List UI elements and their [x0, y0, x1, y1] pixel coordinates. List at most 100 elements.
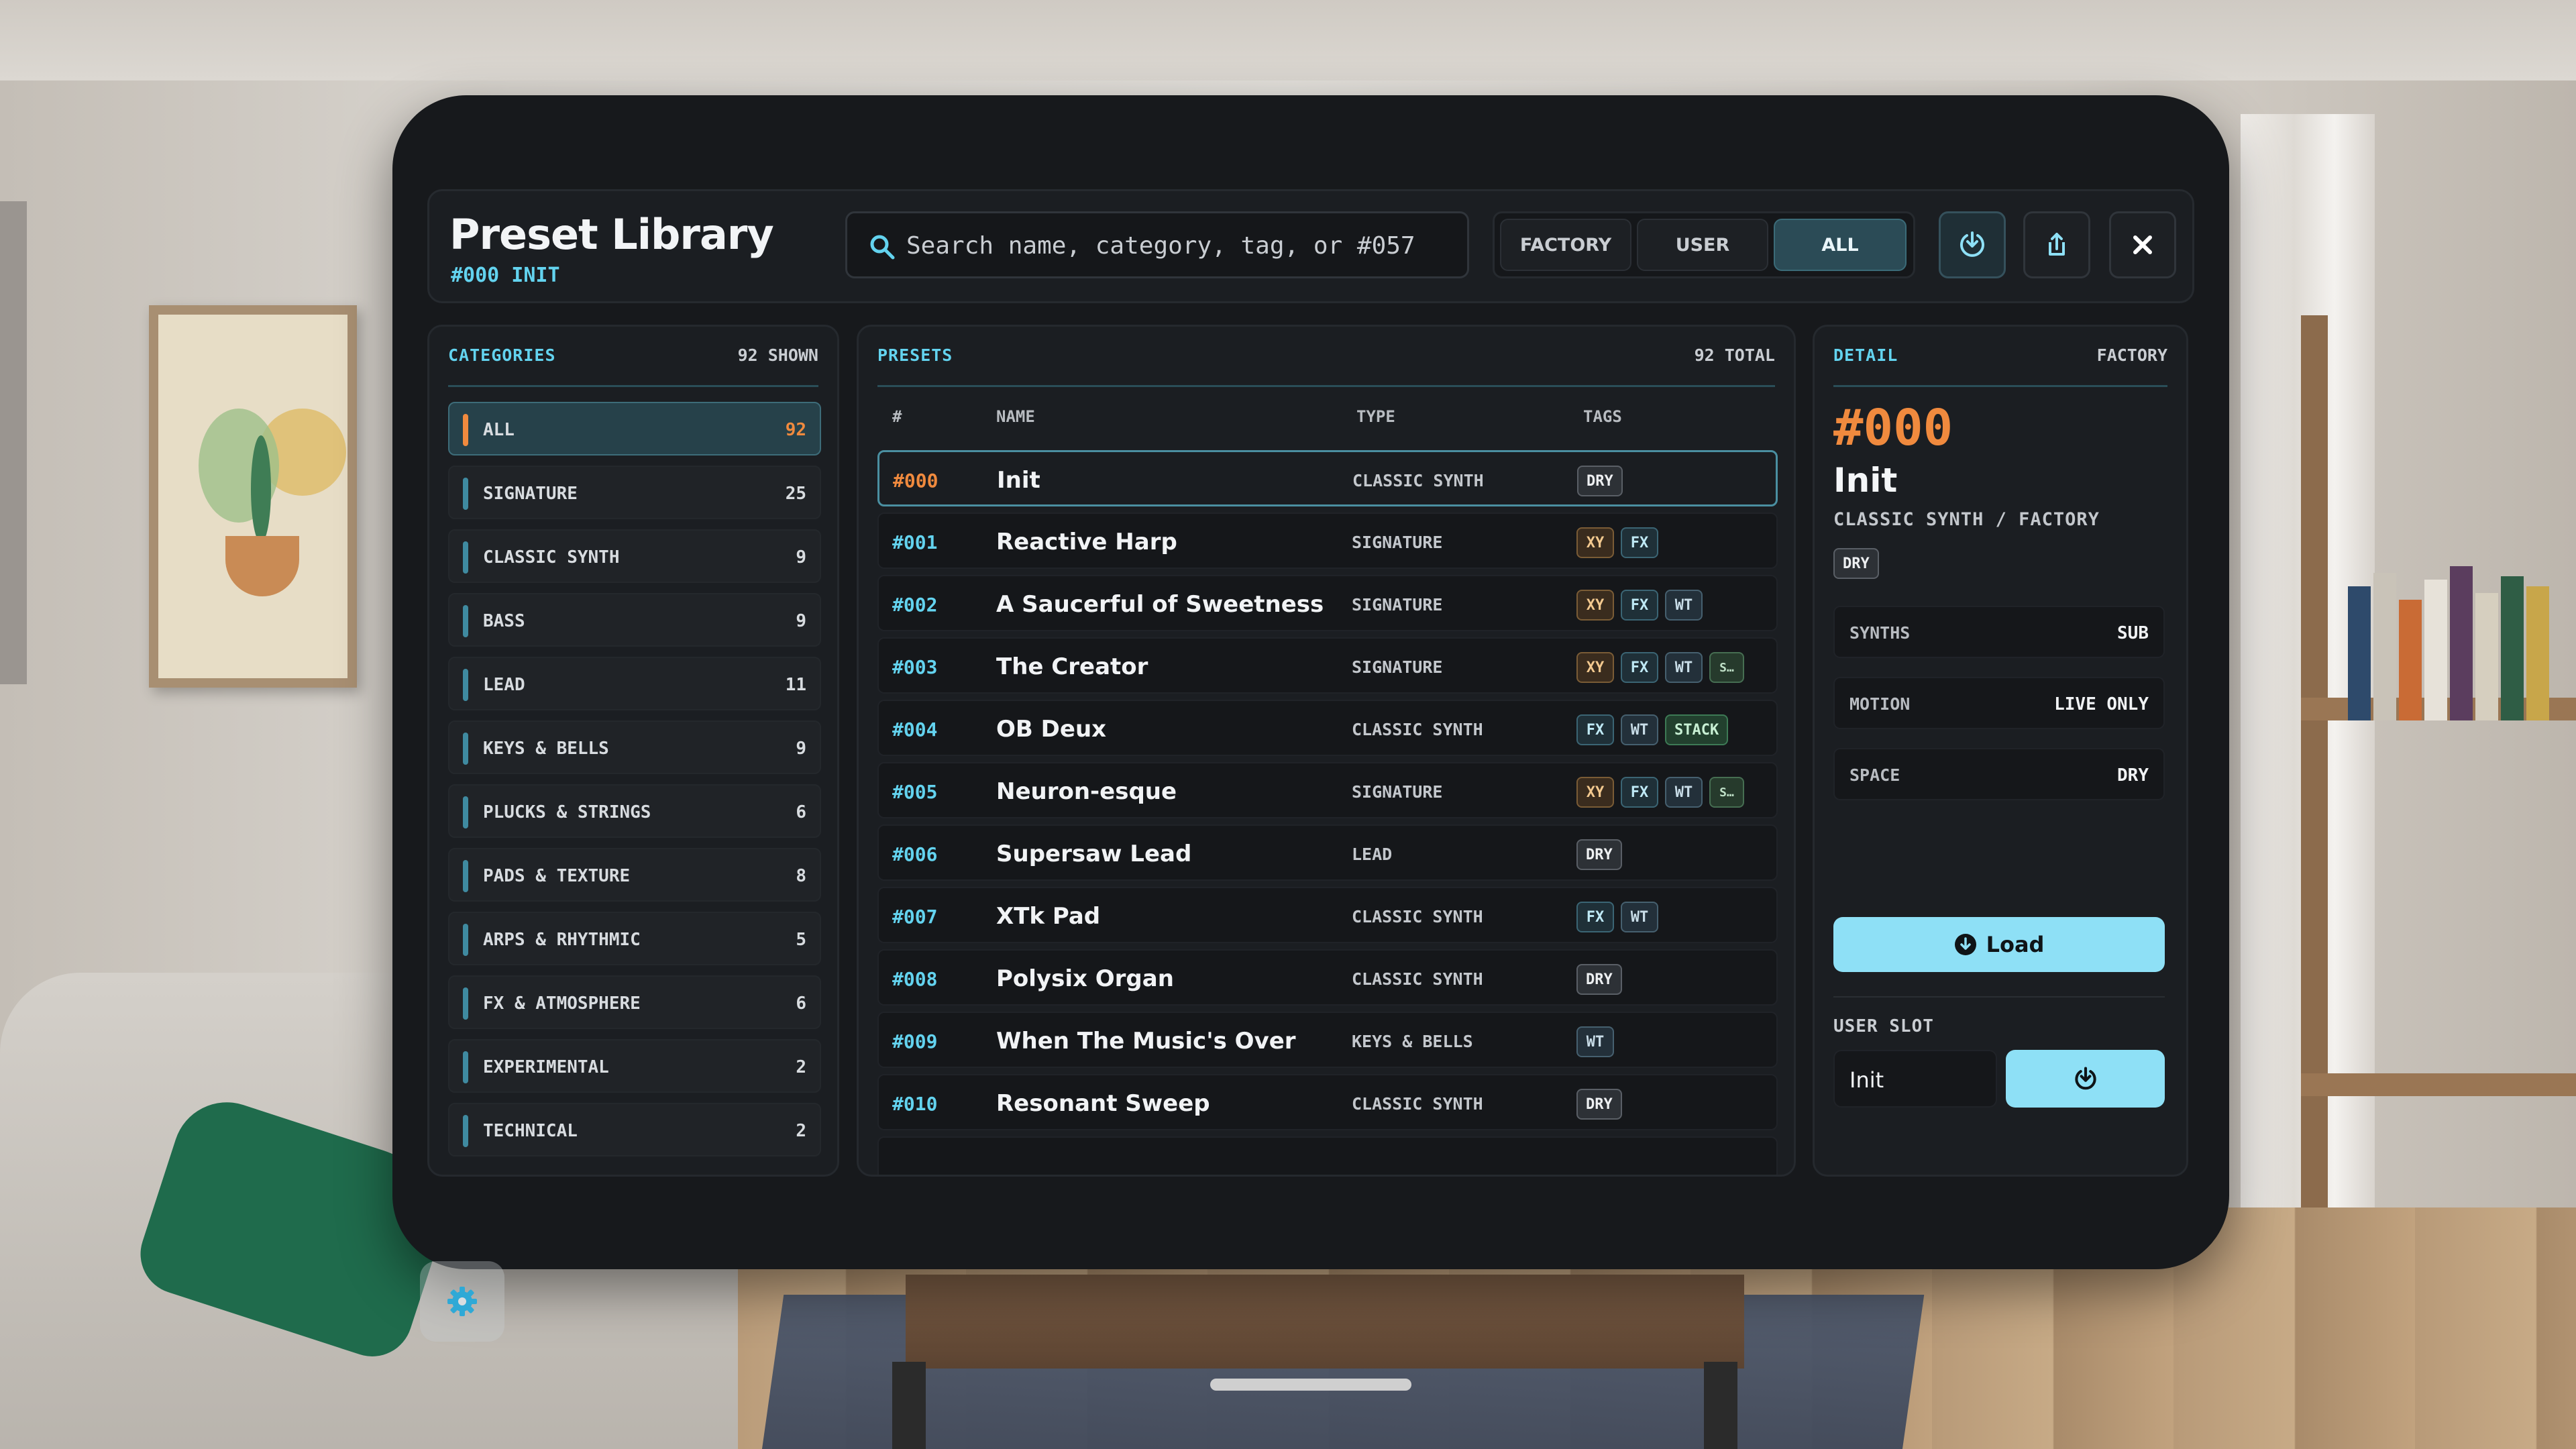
category-item[interactable]: EXPERIMENTAL 2	[448, 1039, 821, 1093]
categories-title: CATEGORIES	[448, 345, 556, 365]
detail-source: FACTORY	[2096, 345, 2167, 365]
preset-tag: WT	[1665, 652, 1703, 683]
settings-button[interactable]	[420, 1261, 504, 1342]
preset-number: #002	[892, 594, 938, 616]
category-item[interactable]: FX & ATMOSPHERE 6	[448, 975, 821, 1029]
category-label: FX & ATMOSPHERE	[483, 994, 641, 1014]
search-placeholder: Search name, category, tag, or #057	[906, 232, 1415, 260]
category-count: 2	[796, 1057, 806, 1077]
preset-tag-list: DRY	[1576, 839, 1622, 870]
category-color-bar	[463, 605, 468, 637]
preset-name: Init	[997, 467, 1040, 494]
category-item[interactable]: CLASSIC SYNTH 9	[448, 529, 821, 583]
column-tags: TAGS	[1583, 407, 1622, 426]
preset-type: SIGNATURE	[1352, 782, 1443, 802]
preset-tag: DRY	[1577, 466, 1623, 496]
share-button[interactable]	[2023, 211, 2090, 278]
category-label: ARPS & RHYTHMIC	[483, 930, 641, 950]
filter-user-button[interactable]: USER	[1637, 219, 1768, 271]
preset-tag: XY	[1576, 590, 1614, 621]
preset-row[interactable]: #001 Reactive Harp SIGNATURE XY FX	[877, 513, 1778, 569]
preset-tag: S…	[1709, 652, 1744, 683]
preset-library-window: Preset Library #000 INIT Search name, ca…	[392, 95, 2229, 1269]
filter-factory-button[interactable]: FACTORY	[1500, 219, 1631, 271]
preset-row[interactable]: #010 Resonant Sweep CLASSIC SYNTH DRY	[877, 1074, 1778, 1130]
category-item[interactable]: ALL 92	[448, 402, 821, 455]
preset-tag-list: DRY	[1577, 466, 1623, 496]
preset-row[interactable]: #007 XTk Pad CLASSIC SYNTH FX WT	[877, 887, 1778, 943]
preset-number: #005	[892, 781, 938, 803]
category-label: LEAD	[483, 675, 525, 695]
category-color-bar	[463, 924, 468, 956]
category-count: 92	[785, 420, 806, 440]
preset-tag-list: XY FX WT S…	[1576, 777, 1744, 808]
category-item[interactable]: SIGNATURE 25	[448, 466, 821, 519]
preset-row[interactable]: #009 When The Music's Over KEYS & BELLS WT	[877, 1012, 1778, 1068]
prop-synths: SYNTHS SUB	[1833, 606, 2165, 658]
preset-tag-list: WT	[1576, 1026, 1614, 1057]
preset-tag: FX	[1576, 714, 1614, 745]
preset-type: CLASSIC SYNTH	[1352, 969, 1483, 989]
search-icon	[870, 235, 895, 260]
preset-number: #003	[892, 656, 938, 678]
preset-row[interactable]: #005 Neuron-esque SIGNATURE XY FX WT S…	[877, 762, 1778, 818]
presets-title: PRESETS	[877, 345, 953, 365]
category-count: 11	[785, 675, 806, 695]
categories-header: CATEGORIES 92 SHOWN	[448, 345, 818, 387]
save-preset-button[interactable]	[1939, 211, 2006, 278]
category-item[interactable]: ARPS & RHYTHMIC 5	[448, 912, 821, 965]
preset-tag: XY	[1576, 777, 1614, 808]
category-color-bar	[463, 1051, 468, 1083]
preset-name: XTk Pad	[996, 903, 1101, 930]
category-item[interactable]: TECHNICAL 2	[448, 1103, 821, 1157]
page-title: Preset Library	[449, 210, 774, 259]
search-input[interactable]: Search name, category, tag, or #057	[845, 211, 1469, 278]
preset-tag-list: XY FX WT	[1576, 590, 1703, 621]
category-item[interactable]: PADS & TEXTURE 8	[448, 848, 821, 902]
preset-number: #000	[893, 470, 938, 492]
category-color-bar	[463, 796, 468, 828]
category-color-bar	[463, 1115, 468, 1147]
user-slot-input[interactable]: Init	[1833, 1050, 1997, 1108]
category-color-bar	[463, 414, 468, 446]
presets-total: 92 TOTAL	[1694, 345, 1775, 365]
category-label: PLUCKS & STRINGS	[483, 802, 651, 822]
category-color-bar	[463, 478, 468, 510]
preset-row[interactable]: #000 Init CLASSIC SYNTH DRY	[877, 450, 1778, 506]
column-type: TYPE	[1356, 407, 1395, 426]
preset-row[interactable]: #002 A Saucerful of Sweetness SIGNATURE XY F…	[877, 575, 1778, 631]
window-grabber[interactable]	[1210, 1379, 1411, 1391]
prop-value: DRY	[2117, 765, 2149, 786]
preset-name: Supersaw Lead	[996, 841, 1192, 867]
category-item[interactable]: LEAD 11	[448, 657, 821, 710]
preset-number: #006	[892, 843, 938, 865]
table-leg	[1704, 1362, 1737, 1449]
load-label: Load	[1986, 932, 2045, 957]
shelf-board	[2301, 566, 2576, 720]
category-item[interactable]: KEYS & BELLS 9	[448, 720, 821, 774]
preset-row[interactable]: #008 Polysix Organ CLASSIC SYNTH DRY	[877, 949, 1778, 1006]
save-to-slot-button[interactable]	[2006, 1050, 2165, 1108]
prop-value: LIVE ONLY	[2054, 694, 2149, 714]
preset-tag: WT	[1621, 902, 1658, 932]
category-label: TECHNICAL	[483, 1121, 578, 1141]
preset-type: LEAD	[1352, 845, 1393, 864]
category-item[interactable]: PLUCKS & STRINGS 6	[448, 784, 821, 838]
category-color-bar	[463, 541, 468, 574]
presets-header: PRESETS 92 TOTAL	[877, 345, 1775, 387]
preset-row[interactable]: #006 Supersaw Lead LEAD DRY	[877, 824, 1778, 881]
category-item[interactable]: BASS 9	[448, 593, 821, 647]
category-count: 6	[796, 994, 806, 1014]
prop-value: SUB	[2117, 623, 2149, 643]
category-color-bar	[463, 669, 468, 701]
preset-row[interactable]: #004 OB Deux CLASSIC SYNTH FX WT STACK	[877, 700, 1778, 756]
filter-all-button[interactable]: ALL	[1774, 219, 1907, 271]
category-count: 9	[796, 739, 806, 759]
save-icon	[1960, 231, 1984, 257]
category-color-bar	[463, 733, 468, 765]
preset-row[interactable]	[877, 1136, 1778, 1175]
close-button[interactable]	[2109, 211, 2176, 278]
load-button[interactable]: Load	[1833, 917, 2165, 972]
category-label: SIGNATURE	[483, 484, 578, 504]
preset-row[interactable]: #003 The Creator SIGNATURE XY FX WT S…	[877, 637, 1778, 694]
